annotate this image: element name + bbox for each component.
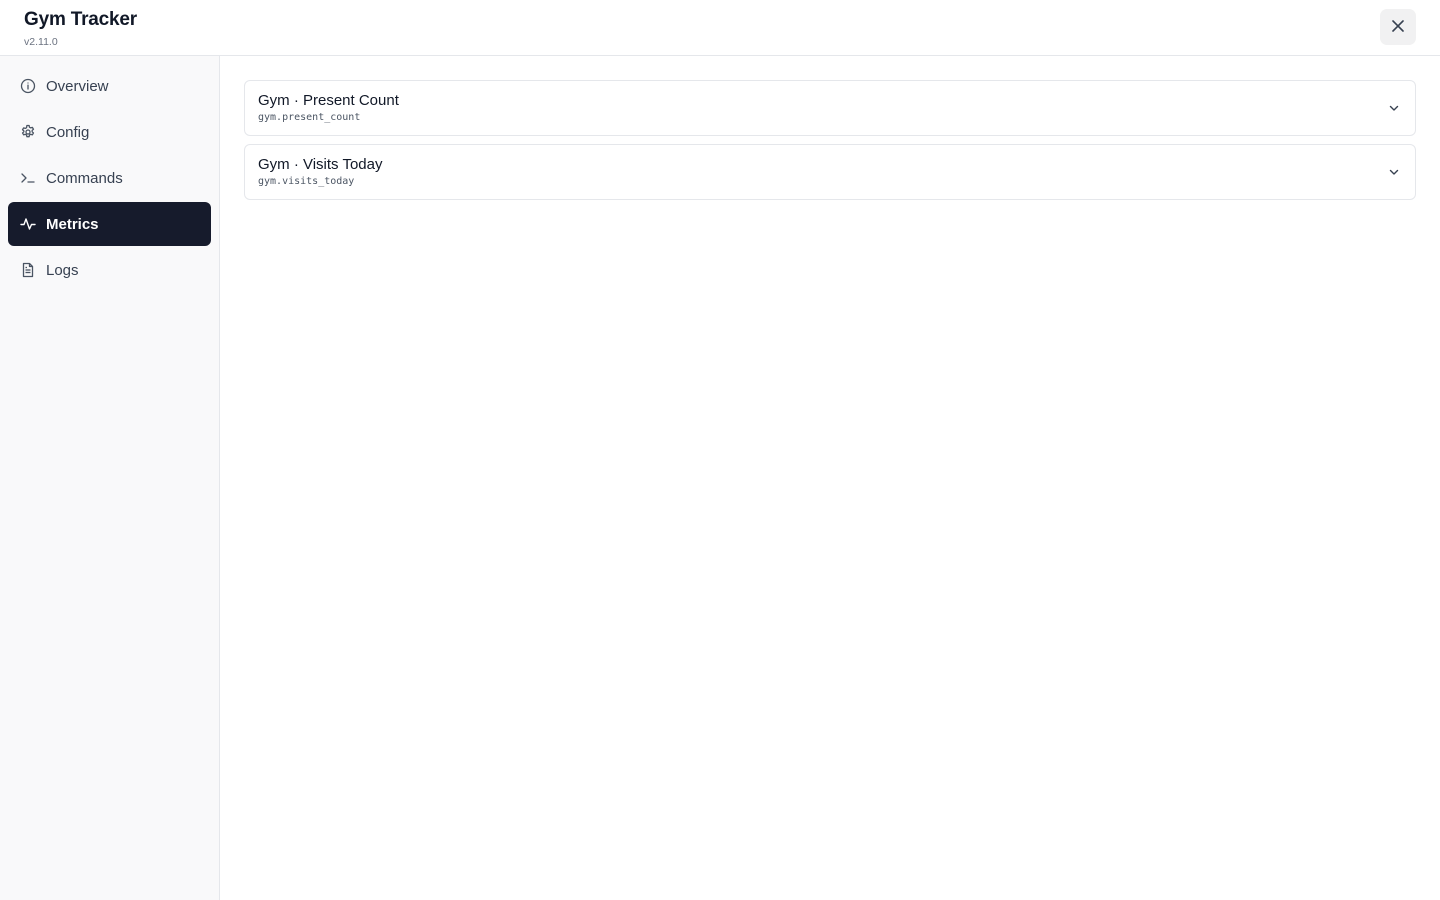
sidebar-item-config[interactable]: Config	[8, 110, 211, 154]
sidebar-item-label: Commands	[46, 169, 123, 187]
close-icon	[1390, 18, 1406, 37]
metric-title: Gym · Present Count	[258, 92, 399, 109]
activity-icon	[20, 216, 36, 232]
sidebar-item-overview[interactable]: Overview	[8, 64, 211, 108]
sidebar-item-label: Config	[46, 123, 90, 141]
app-window: Gym Tracker v2.11.0 Overview Config Comm…	[0, 0, 1440, 900]
sidebar: Overview Config Commands Metrics Logs	[0, 56, 220, 900]
gear-icon	[20, 124, 36, 140]
sidebar-item-commands[interactable]: Commands	[8, 156, 211, 200]
main-content: Gym · Present Count gym.present_count Gy…	[220, 56, 1440, 900]
app-header: Gym Tracker v2.11.0	[0, 0, 1440, 56]
metric-card[interactable]: Gym · Visits Today gym.visits_today	[244, 144, 1416, 200]
chevron-down-icon[interactable]	[1387, 165, 1401, 179]
sidebar-item-label: Overview	[46, 77, 109, 95]
metric-title: Gym · Visits Today	[258, 156, 383, 173]
sidebar-item-label: Logs	[46, 261, 79, 279]
terminal-icon	[20, 170, 36, 186]
metric-card[interactable]: Gym · Present Count gym.present_count	[244, 80, 1416, 136]
sidebar-item-logs[interactable]: Logs	[8, 248, 211, 292]
info-icon	[20, 78, 36, 94]
chevron-down-icon[interactable]	[1387, 101, 1401, 115]
metric-key: gym.present_count	[258, 112, 361, 123]
close-button[interactable]	[1380, 9, 1416, 45]
sidebar-item-metrics[interactable]: Metrics	[8, 202, 211, 246]
sidebar-item-label: Metrics	[46, 215, 99, 233]
metric-key: gym.visits_today	[258, 176, 355, 187]
app-version: v2.11.0	[24, 36, 58, 48]
file-icon	[20, 262, 36, 278]
app-title: Gym Tracker	[24, 9, 137, 30]
